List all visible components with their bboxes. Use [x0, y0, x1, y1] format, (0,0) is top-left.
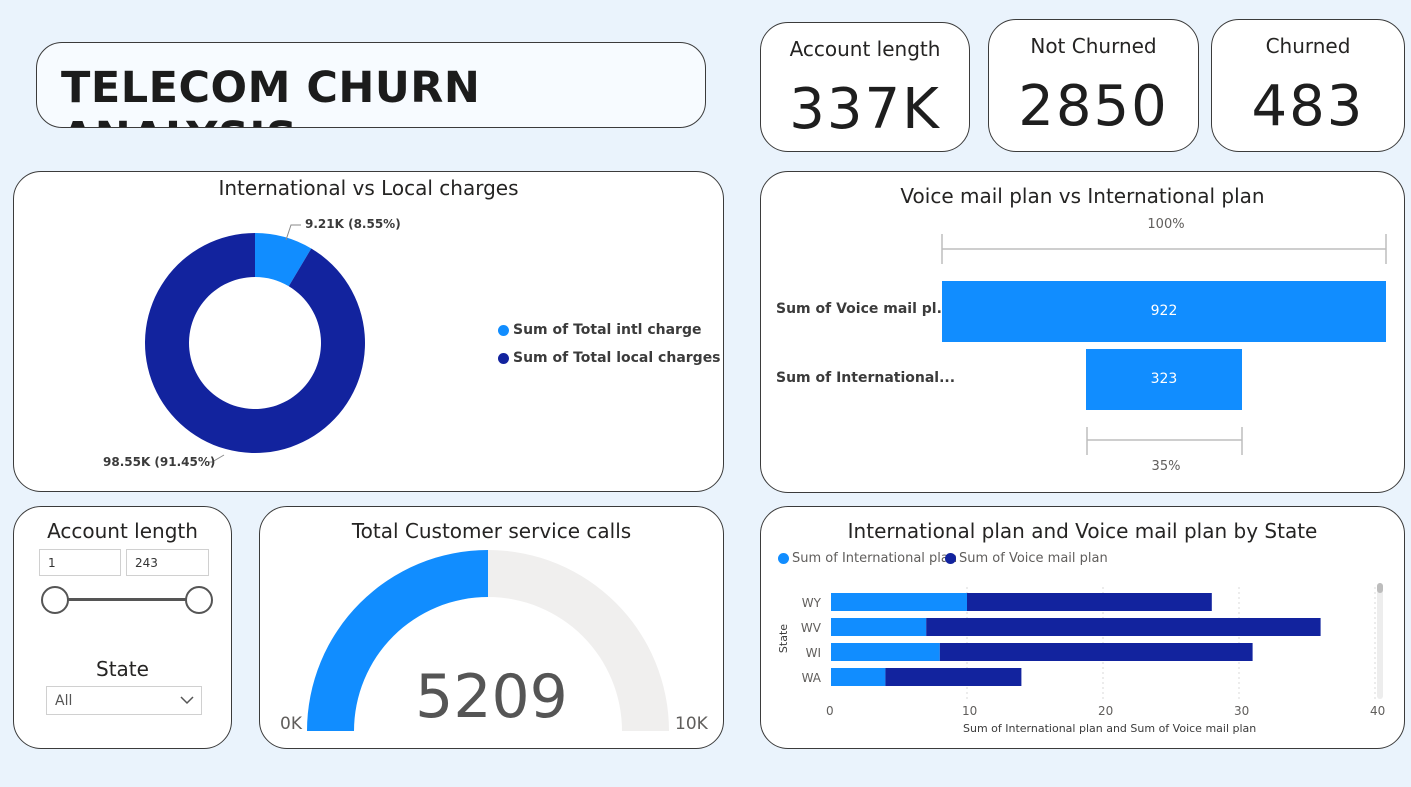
y-category-label: WV [801, 621, 822, 635]
donut-data-label-local: 98.55K (91.45%) [103, 455, 216, 469]
range-slider-track[interactable] [54, 598, 199, 601]
bar-wv-intl-plan[interactable] [831, 618, 927, 636]
y-category-label: WI [806, 646, 821, 660]
legend-dot-icon [498, 352, 509, 364]
legend-dot-icon [498, 324, 509, 336]
funnel-bar-value: 922 [1150, 302, 1178, 319]
bar-wy-voicemail-plan[interactable] [967, 593, 1212, 611]
x-tick-label: 20 [1098, 704, 1114, 718]
funnel-bar-value: 323 [1150, 370, 1178, 387]
legend-item-local[interactable]: Sum of Total local charges [498, 350, 721, 366]
range-slider-min-thumb[interactable] [41, 586, 69, 614]
funnel-category-label: Sum of Voice mail pl... [776, 301, 953, 317]
kpi-value: 483 [1251, 74, 1365, 139]
bar-wy-intl-plan[interactable] [831, 593, 967, 611]
gauge-min-label: 0K [280, 714, 302, 734]
scrollbar-thumb[interactable] [1377, 583, 1383, 593]
stacked-bar-chart[interactable]: WY WV WI WA [761, 507, 1405, 749]
legend-label: Sum of Total intl charge [513, 322, 702, 338]
state-dropdown[interactable]: All [46, 686, 202, 715]
y-category-label: WY [802, 596, 822, 610]
y-axis-title: State [777, 623, 791, 654]
bar-wi-intl-plan[interactable] [831, 643, 940, 661]
gauge-value: 5209 [415, 662, 568, 732]
gauge-chart-card[interactable]: Total Customer service calls 5209 0K 10K [259, 506, 724, 749]
funnel-bar[interactable]: 922 [942, 281, 1386, 342]
legend-label: Sum of Total local charges [513, 350, 721, 366]
kpi-churned-card[interactable]: Churned 483 [1211, 19, 1405, 152]
leader-line [285, 224, 301, 241]
kpi-value: 2850 [1018, 74, 1169, 139]
bar-wa-voicemail-plan[interactable] [885, 668, 1022, 686]
range-min-input[interactable]: 1 [39, 549, 121, 576]
x-tick-label: 30 [1234, 704, 1250, 718]
scrollbar-track[interactable] [1377, 583, 1383, 699]
page-title: TELECOM CHURN ANALYSIS [61, 63, 481, 127]
slicer-title: Account length [47, 519, 198, 543]
funnel-bar[interactable]: 323 [1086, 349, 1242, 410]
kpi-label: Churned [1265, 34, 1351, 58]
range-slider-max-thumb[interactable] [185, 586, 213, 614]
donut-chart-card[interactable]: International vs Local charges 9.21K (8.… [13, 171, 724, 492]
funnel-chart-card[interactable]: Voice mail plan vs International plan 10… [760, 171, 1405, 493]
x-tick-label: 10 [962, 704, 978, 718]
gauge-max-label: 10K [675, 714, 708, 734]
state-slicer-title: State [96, 657, 149, 681]
kpi-not-churned-card[interactable]: Not Churned 2850 [988, 19, 1199, 152]
range-max-input[interactable]: 243 [126, 549, 209, 576]
chevron-down-icon [180, 696, 194, 705]
slicer-card[interactable]: Account length 1 243 State All [13, 506, 232, 749]
kpi-label: Not Churned [1030, 34, 1157, 58]
funnel-bottom-percent: 35% [1151, 459, 1181, 474]
legend-item-intl[interactable]: Sum of Total intl charge [498, 322, 701, 338]
donut-data-label-intl: 9.21K (8.55%) [305, 217, 401, 231]
bar-wi-voicemail-plan[interactable] [939, 643, 1253, 661]
x-tick-label: 40 [1370, 704, 1386, 718]
kpi-value: 337K [789, 77, 941, 142]
kpi-account-length-card[interactable]: Account length 337K [760, 22, 970, 152]
stacked-bar-chart-card[interactable]: International plan and Voice mail plan b… [760, 506, 1405, 749]
title-banner: TELECOM CHURN ANALYSIS [36, 42, 706, 128]
bar-wv-voicemail-plan[interactable] [926, 618, 1321, 636]
funnel-category-label: Sum of International... [776, 370, 956, 386]
dropdown-value: All [55, 693, 73, 709]
x-axis-title: Sum of International plan and Sum of Voi… [963, 722, 1257, 735]
kpi-label: Account length [789, 37, 941, 61]
x-tick-label: 0 [826, 704, 834, 718]
bar-wa-intl-plan[interactable] [831, 668, 886, 686]
y-category-label: WA [802, 671, 822, 685]
